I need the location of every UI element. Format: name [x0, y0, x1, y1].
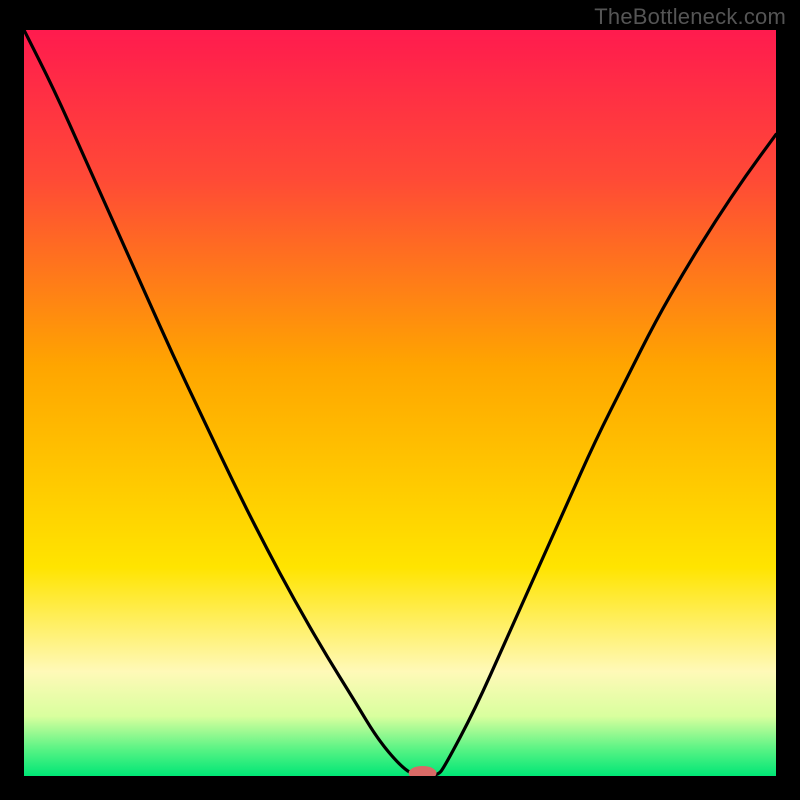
plot-area [24, 30, 776, 776]
gradient-background [24, 30, 776, 776]
watermark-text: TheBottleneck.com [594, 4, 786, 30]
chart-frame: TheBottleneck.com [0, 0, 800, 800]
chart-svg [24, 30, 776, 776]
